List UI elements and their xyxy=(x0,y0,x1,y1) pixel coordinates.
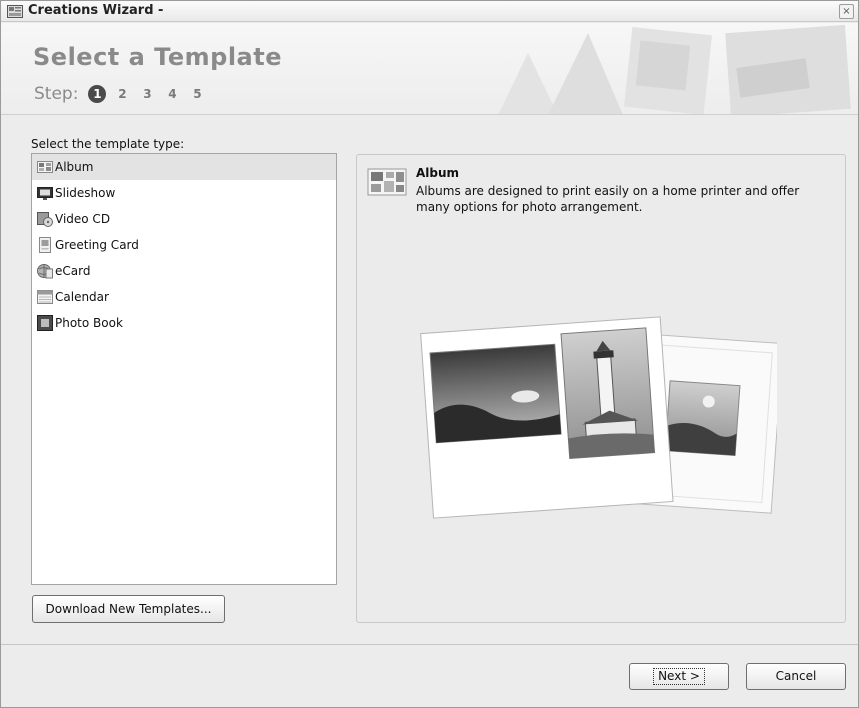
step-label: Step: xyxy=(34,84,79,104)
close-icon[interactable]: × xyxy=(839,4,854,19)
template-item-slideshow[interactable]: Slideshow xyxy=(32,180,336,206)
album-preview-illustration xyxy=(420,316,777,519)
template-item-label: Video CD xyxy=(55,212,111,226)
step-3: 3 xyxy=(143,87,152,101)
step-indicator: Step: 1 2 3 4 5 xyxy=(34,84,213,104)
template-item-label: Greeting Card xyxy=(55,238,139,252)
page-title: Select a Template xyxy=(33,43,282,71)
album-large-icon xyxy=(367,168,407,196)
window-title: Creations Wizard - xyxy=(28,3,164,18)
template-item-label: Slideshow xyxy=(55,186,116,200)
template-item-label: eCard xyxy=(55,264,91,278)
template-item-ecard[interactable]: eCard xyxy=(32,258,336,284)
step-5: 5 xyxy=(193,87,202,101)
footer-separator xyxy=(1,644,858,645)
greeting-card-icon xyxy=(39,237,51,253)
preview-title: Album xyxy=(416,166,460,180)
preview-description: Albums are designed to print easily on a… xyxy=(416,184,800,214)
next-button[interactable]: Next > xyxy=(629,663,729,690)
template-type-list[interactable]: Album Slideshow Video CD Greeting Card e… xyxy=(31,153,337,585)
step-4: 4 xyxy=(168,87,177,101)
template-item-label: Photo Book xyxy=(55,316,123,330)
photo-book-icon xyxy=(37,315,53,331)
slideshow-icon xyxy=(37,187,53,200)
next-button-label: Next > xyxy=(653,668,705,685)
template-preview-panel: Album Albums are designed to print easil… xyxy=(356,154,846,623)
template-item-photo-book[interactable]: Photo Book xyxy=(32,310,336,336)
wizard-header: Select a Template Step: 1 2 3 4 5 xyxy=(1,23,858,115)
video-cd-icon xyxy=(37,212,53,227)
app-icon xyxy=(7,5,23,18)
cancel-button[interactable]: Cancel xyxy=(746,663,846,690)
calendar-icon xyxy=(37,290,53,304)
ecard-icon xyxy=(37,264,53,279)
album-icon xyxy=(37,161,53,173)
template-item-calendar[interactable]: Calendar xyxy=(32,284,336,310)
creations-wizard-window: Creations Wizard - × Select a Template S… xyxy=(0,0,859,708)
template-item-greeting-card[interactable]: Greeting Card xyxy=(32,232,336,258)
step-2: 2 xyxy=(118,87,127,101)
template-item-label: Album xyxy=(55,160,94,174)
template-item-video-cd[interactable]: Video CD xyxy=(32,206,336,232)
template-type-label: Select the template type: xyxy=(31,137,185,151)
step-1: 1 xyxy=(88,85,107,103)
download-templates-button[interactable]: Download New Templates... xyxy=(32,595,225,623)
template-item-album[interactable]: Album xyxy=(32,154,336,180)
header-decoration xyxy=(498,24,851,114)
title-bar[interactable]: Creations Wizard - × xyxy=(1,1,858,22)
template-item-label: Calendar xyxy=(55,290,109,304)
